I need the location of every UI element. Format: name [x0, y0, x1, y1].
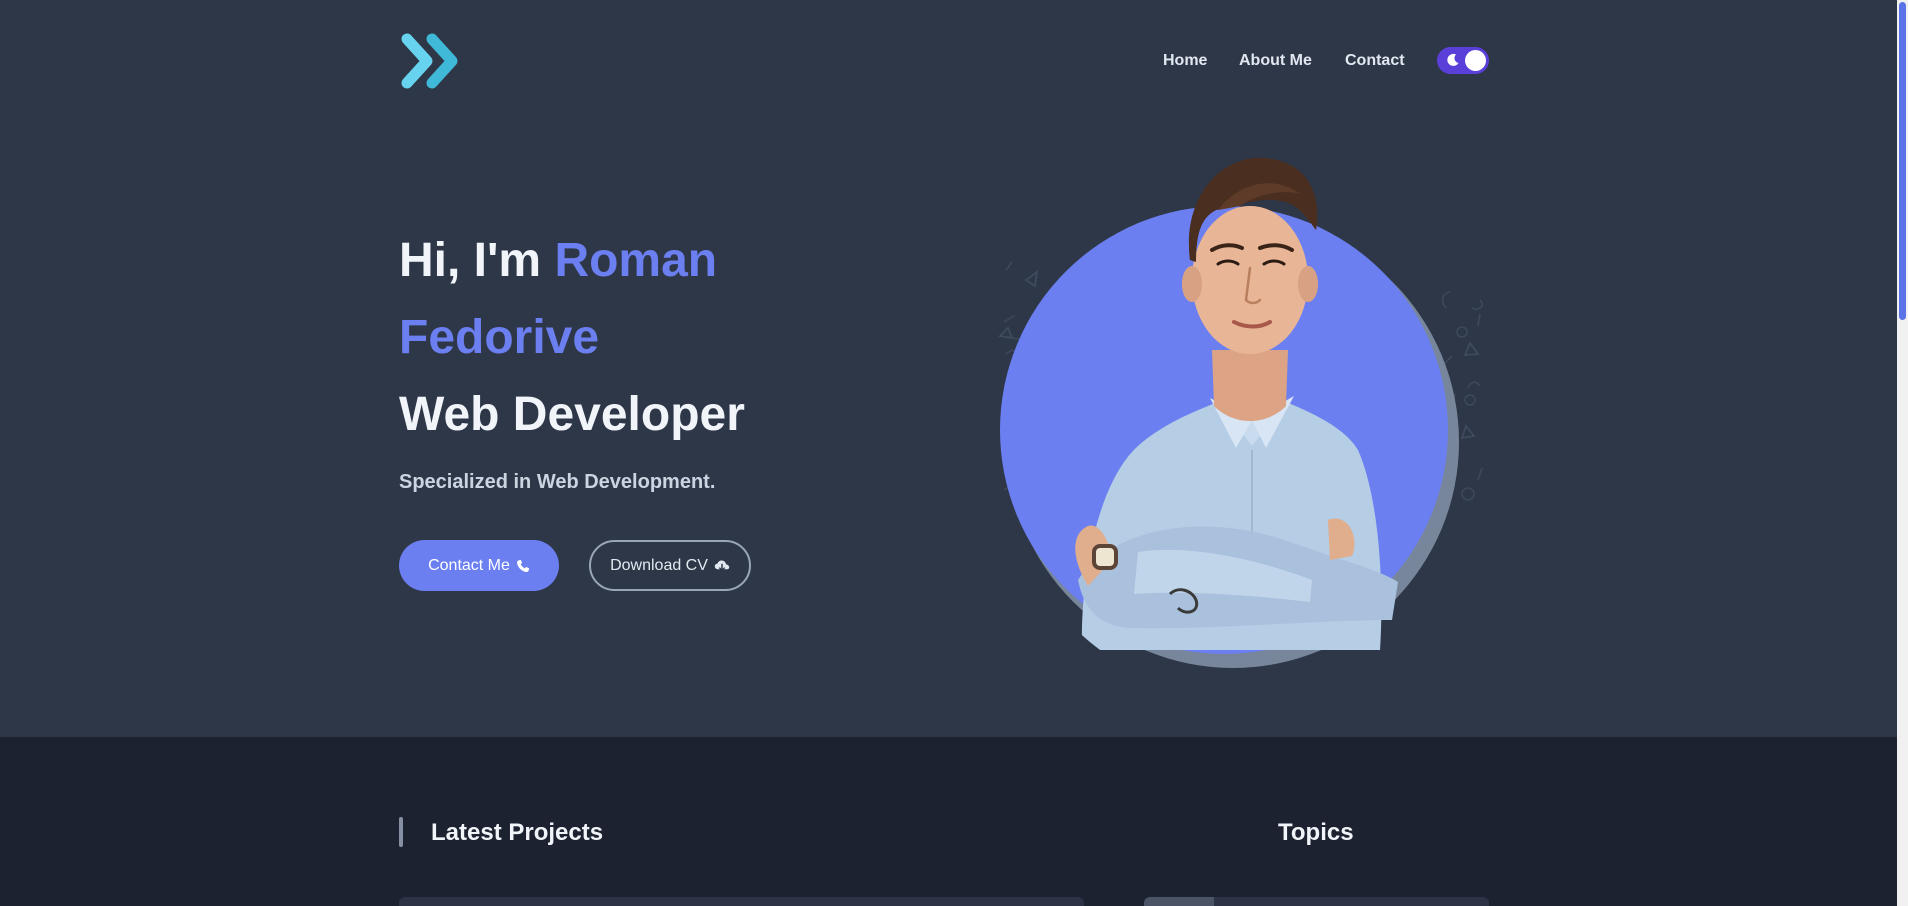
profile-photo [998, 157, 1483, 668]
topics-heading: Topics [1278, 819, 1354, 846]
topic-tab-active[interactable] [1144, 897, 1214, 906]
page: Home About Me Contact Hi, I'm Roman Fedo… [0, 0, 1908, 906]
decorative-triangles-right [1460, 341, 1480, 440]
contact-me-button[interactable]: Contact Me [399, 540, 559, 591]
phone-icon [516, 559, 530, 572]
hero-headline: Hi, I'm Roman Fedorive Web Developer [399, 222, 919, 453]
hero-role: Web Developer [399, 388, 745, 441]
moon-icon [1447, 53, 1459, 66]
contact-me-label: Contact Me [428, 556, 510, 574]
hero-section: Home About Me Contact Hi, I'm Roman Fedo… [0, 0, 1897, 737]
content-section: Latest Projects Topics [0, 737, 1897, 906]
nav-home[interactable]: Home [1163, 48, 1207, 74]
toggle-knob [1465, 50, 1486, 71]
section-accent-bar [399, 817, 403, 847]
hero-tagline: Specialized in Web Development. [399, 471, 716, 493]
project-card[interactable] [399, 897, 1084, 906]
greeting: Hi, I'm [399, 234, 555, 287]
hero-intro: Hi, I'm Roman Fedorive Web Developer Spe… [399, 222, 919, 591]
wristwatch [1092, 544, 1118, 570]
cloud-download-icon [714, 560, 730, 571]
download-cv-button[interactable]: Download CV [589, 540, 751, 591]
download-cv-label: Download CV [610, 556, 708, 574]
topics-card [1144, 897, 1489, 906]
main-nav: Home About Me Contact [0, 48, 1897, 74]
scrollbar-thumb[interactable] [1899, 2, 1906, 320]
nav-contact[interactable]: Contact [1345, 48, 1405, 74]
theme-toggle[interactable] [1437, 47, 1489, 74]
latest-projects-heading: Latest Projects [431, 819, 604, 846]
page-scrollbar[interactable] [1897, 0, 1908, 906]
nav-about-me[interactable]: About Me [1239, 48, 1312, 74]
